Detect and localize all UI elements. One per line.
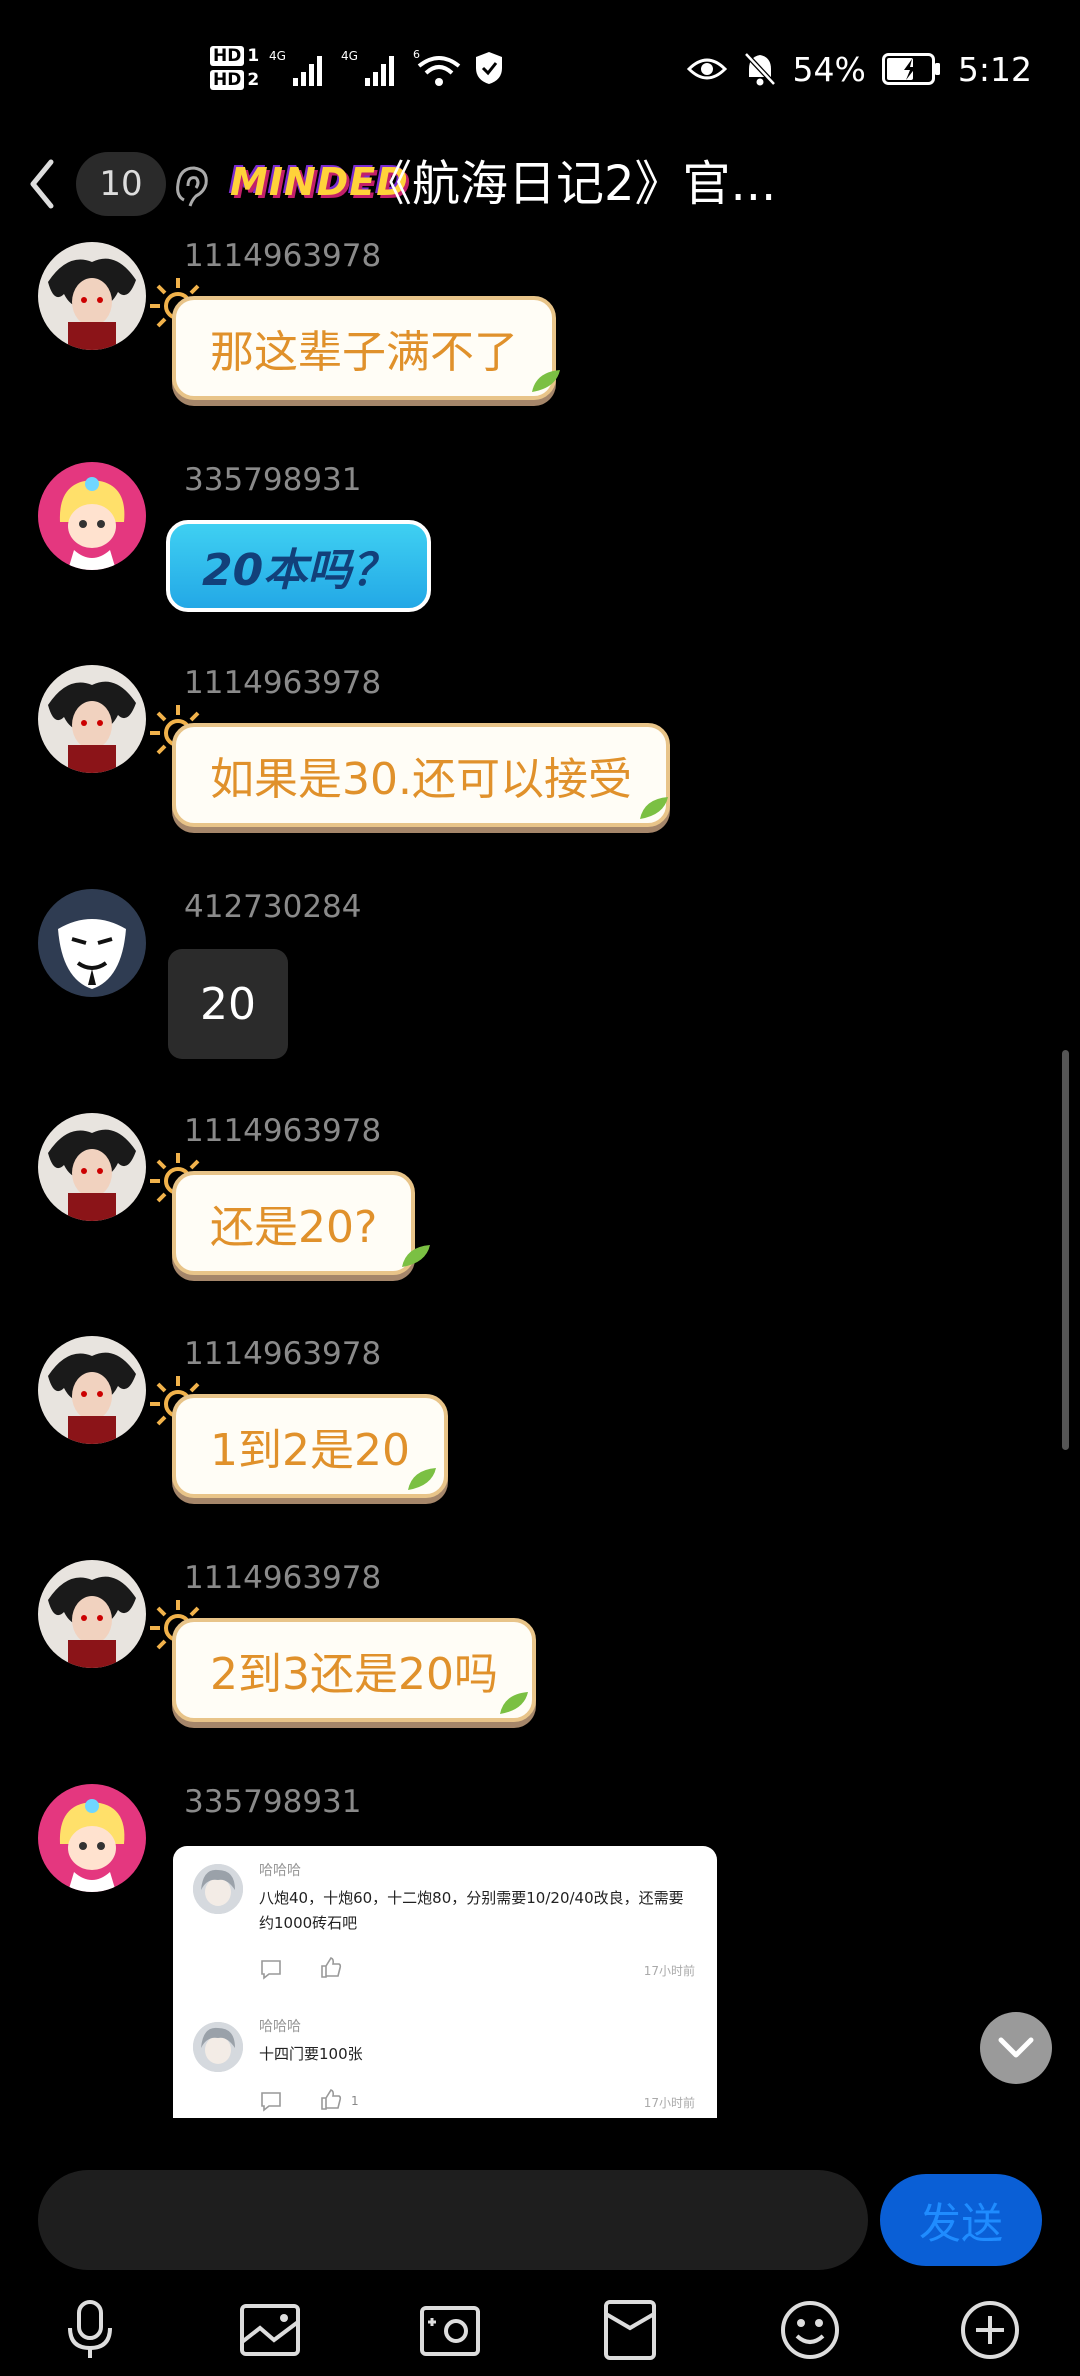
comment-avatar <box>193 1864 243 1914</box>
red-packet-icon <box>604 2300 656 2360</box>
image-message[interactable]: 哈哈哈 八炮40，十炮60，十二炮80，分别需要10/20/40改良，还需要约1… <box>173 1846 717 2118</box>
voice-button[interactable] <box>54 2294 126 2366</box>
battery-percent: 54% <box>792 49 866 89</box>
thumb-up-icon <box>321 1957 342 1978</box>
status-bar: HD 1 HD 2 4G 4G 6 54% 5:12 <box>0 0 1080 140</box>
chevron-down-icon <box>998 2037 1034 2058</box>
sender-name: 1114963978 <box>184 1336 382 1372</box>
sender-name: 1114963978 <box>184 1113 382 1149</box>
leaf-icon <box>640 797 668 819</box>
message-bubble[interactable]: 那这辈子满不了 <box>172 296 556 400</box>
signal1-icon: 4G <box>269 49 323 86</box>
chat-header: 10 MINDED 《航海日记2》官... <box>0 140 1080 230</box>
ear-icon[interactable] <box>170 160 214 212</box>
avatar[interactable] <box>38 1113 146 1221</box>
comment-time: 17小时前 <box>643 2096 695 2110</box>
leaf-icon <box>532 370 560 392</box>
plus-icon <box>961 2301 1019 2359</box>
comment-text: 八炮40，十炮60，十二炮80，分别需要10/20/40改良，还需要约1000砖… <box>259 1889 684 1932</box>
comment-text: 十四门要100张 <box>259 2045 363 2063</box>
hd1-indicator: HD 1 <box>210 46 259 66</box>
comment-avatar <box>193 2022 243 2072</box>
shield-icon <box>476 52 503 84</box>
sender-name: 412730284 <box>184 889 362 925</box>
comment-time: 17小时前 <box>643 1964 695 1978</box>
wifi-icon: 6 <box>413 48 461 86</box>
battery-icon <box>881 53 940 85</box>
signal2-icon: 4G <box>341 49 395 86</box>
emoji-icon <box>781 2301 839 2359</box>
signal-indicators: HD 1 HD 2 4G 4G 6 <box>210 36 505 100</box>
message-bubble[interactable]: 2到3还是20吗 <box>172 1618 536 1722</box>
leaf-icon <box>408 1468 436 1490</box>
mute-bell-icon <box>743 52 776 86</box>
microphone-icon <box>68 2300 112 2358</box>
clock: 5:12 <box>957 49 1032 89</box>
image-icon <box>240 2304 300 2356</box>
camera-icon <box>420 2306 480 2356</box>
eye-icon <box>686 58 727 80</box>
avatar[interactable] <box>38 1560 146 1668</box>
avatar[interactable] <box>38 665 146 773</box>
avatar[interactable] <box>38 889 146 997</box>
leaf-icon <box>500 1692 528 1714</box>
avatar[interactable] <box>38 242 146 350</box>
comment-icon <box>261 1960 281 1980</box>
back-icon <box>30 159 54 209</box>
net1-label: 4G <box>269 49 286 63</box>
camera-button[interactable] <box>414 2294 486 2366</box>
comment-icon <box>261 2092 281 2112</box>
scroll-to-bottom-button[interactable] <box>980 2012 1052 2084</box>
scrollbar[interactable] <box>1062 1050 1069 1450</box>
message-bubble[interactable]: 20 <box>168 949 288 1059</box>
send-button[interactable]: 发送 <box>880 2174 1042 2266</box>
avatar[interactable] <box>38 462 146 570</box>
message-bubble[interactable]: 如果是30.还可以接受 <box>172 723 670 827</box>
input-toolbar <box>0 2280 1080 2376</box>
hd2-indicator: HD 2 <box>210 70 259 90</box>
comment-author: 哈哈哈 <box>259 2019 301 2035</box>
group-title[interactable]: 《航海日记2》官... <box>364 152 776 216</box>
status-right: 54% 5:12 <box>686 42 1032 96</box>
sender-name: 1114963978 <box>184 1560 382 1596</box>
sender-name: 1114963978 <box>184 665 382 701</box>
more-button[interactable] <box>954 2294 1026 2366</box>
red-packet-button[interactable] <box>594 2294 666 2366</box>
sender-name: 335798931 <box>184 462 362 498</box>
net2-label: 4G <box>341 49 358 63</box>
avatar[interactable] <box>38 1784 146 1892</box>
message-bubble[interactable]: 20本吗？ <box>166 520 432 612</box>
emoji-button[interactable] <box>774 2294 846 2366</box>
message-input[interactable] <box>38 2170 868 2270</box>
sender-name: 1114963978 <box>184 238 382 274</box>
member-count-badge[interactable]: 10 <box>76 152 166 216</box>
svg-text:6: 6 <box>413 48 420 61</box>
album-button[interactable] <box>234 2294 306 2366</box>
like-count: 1 <box>351 2094 359 2108</box>
message-bubble[interactable]: 还是20? <box>172 1171 416 1275</box>
back-button[interactable] <box>14 150 70 218</box>
thumb-up-icon <box>321 2089 342 2110</box>
comment-author: 哈哈哈 <box>259 1863 301 1879</box>
leaf-icon <box>402 1245 430 1267</box>
avatar[interactable] <box>38 1336 146 1444</box>
sender-name: 335798931 <box>184 1784 362 1820</box>
